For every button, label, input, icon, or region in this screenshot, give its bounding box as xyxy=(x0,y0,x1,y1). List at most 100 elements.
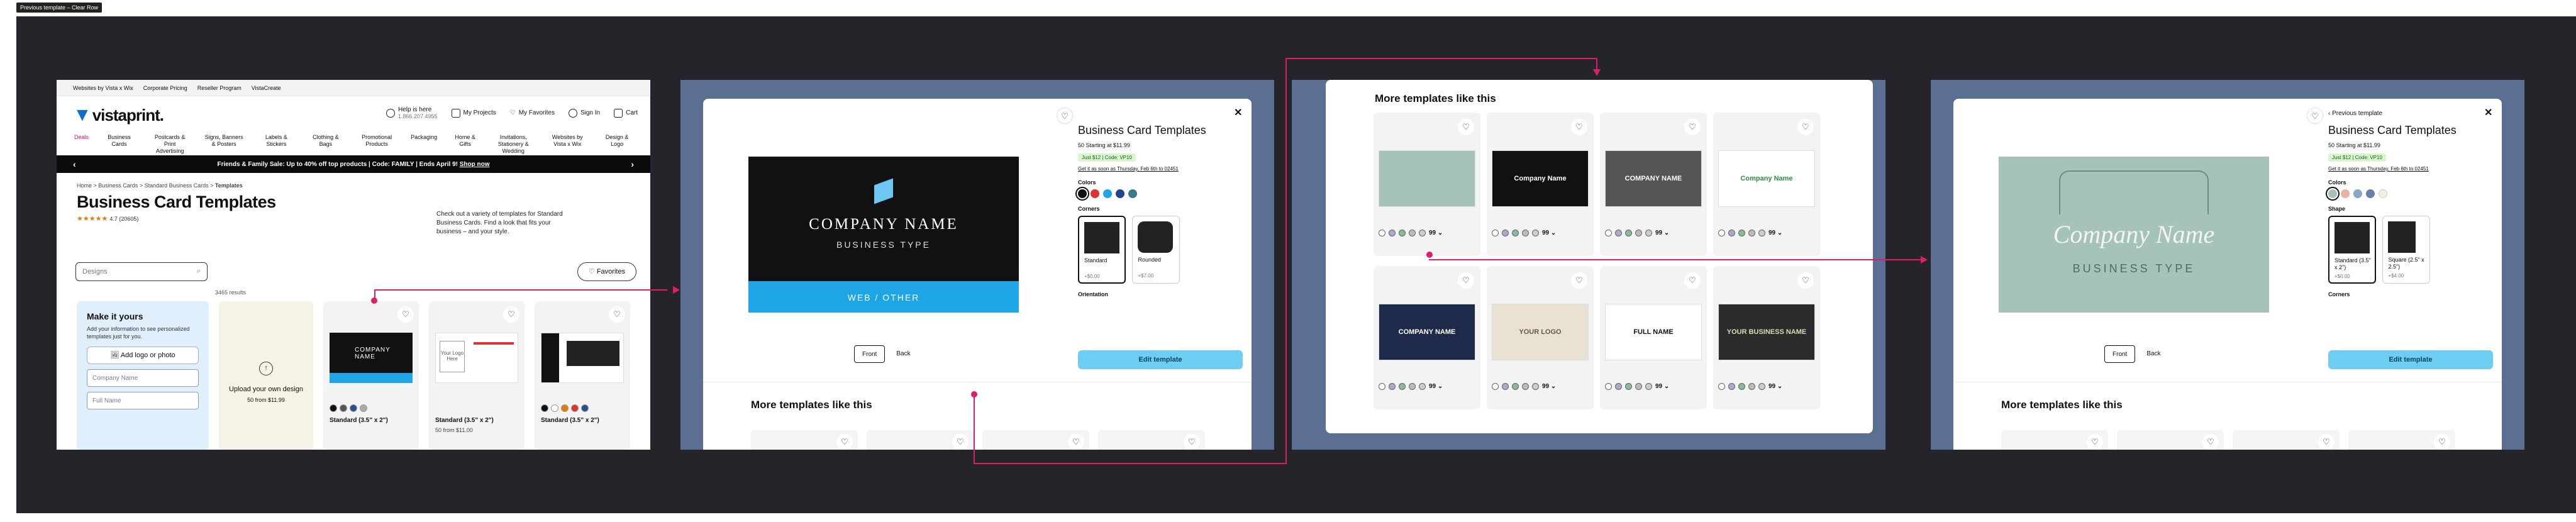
top-link[interactable]: Corporate Pricing xyxy=(143,85,187,91)
help-link[interactable]: Help is here 1.866.207.4955 xyxy=(386,106,438,119)
search-input[interactable]: Designs ⌕ xyxy=(75,262,208,281)
add-logo-button[interactable]: 🖼 Add logo or photo xyxy=(87,347,199,364)
delivery-link[interactable]: Get it as soon as Thursday, Feb 6th to 0… xyxy=(1078,166,1248,172)
template-card[interactable]: ♡ Company Name 99 ⌄ xyxy=(1487,113,1594,256)
nav-item[interactable]: Packaging xyxy=(411,134,437,141)
favorite-heart-icon[interactable]: ♡ xyxy=(952,434,969,450)
template-card[interactable]: ♡ COMPANY NAME Standard (3.5" x 2") xyxy=(323,301,419,450)
upload-design-card[interactable]: ↑ Upload your own design 50 from $11.99 xyxy=(219,301,313,450)
front-button[interactable]: Front xyxy=(854,345,886,363)
template-card[interactable]: ♡ FULL NAME 99 ⌄ xyxy=(1600,266,1707,409)
color-option[interactable] xyxy=(2353,189,2362,198)
color-option[interactable] xyxy=(2366,189,2375,198)
color-option[interactable] xyxy=(1128,189,1137,198)
my-projects-link[interactable]: My Projects xyxy=(451,108,496,118)
nav-item[interactable]: Websites by Vista x Wix xyxy=(547,134,587,148)
favorite-heart-icon[interactable]: ♡ xyxy=(503,306,519,323)
favorite-heart-icon[interactable]: ♡ xyxy=(2318,434,2334,450)
template-card[interactable]: ♡ xyxy=(2001,430,2108,450)
more-colors-count[interactable]: 99 ⌄ xyxy=(1429,230,1443,236)
shape-standard-option[interactable]: Standard (3.5" x 2") +$0.00 xyxy=(2328,216,2376,284)
favorite-heart-icon[interactable]: ♡ xyxy=(1797,119,1814,135)
template-card[interactable]: ♡ xyxy=(867,430,974,450)
favorites-button[interactable]: ♡ Favorites xyxy=(577,262,636,281)
template-card[interactable]: ♡ xyxy=(1098,430,1205,450)
nav-deals[interactable]: Deals xyxy=(74,134,89,141)
sign-in-link[interactable]: Sign In xyxy=(568,108,600,118)
template-card[interactable]: ♡ COMPANY NAME 99 ⌄ xyxy=(1600,113,1707,256)
nav-item[interactable]: Signs, Banners & Posters xyxy=(204,134,244,148)
color-option[interactable] xyxy=(2379,189,2387,198)
favorite-heart-icon[interactable]: ♡ xyxy=(2434,434,2450,450)
close-icon[interactable]: ✕ xyxy=(1234,106,1242,119)
more-colors-count[interactable]: 99 ⌄ xyxy=(1542,383,1556,390)
more-colors-count[interactable]: 99 ⌄ xyxy=(1429,383,1443,390)
more-colors-count[interactable]: 99 ⌄ xyxy=(1655,230,1669,236)
favorite-heart-icon[interactable]: ♡ xyxy=(1684,119,1701,135)
more-colors-count[interactable]: 99 ⌄ xyxy=(1768,383,1782,390)
favorite-heart-icon[interactable]: ♡ xyxy=(1571,272,1587,289)
breadcrumb-item[interactable]: Home xyxy=(77,182,92,189)
template-card[interactable]: ♡ xyxy=(2348,430,2455,450)
template-card[interactable]: ♡ xyxy=(2233,430,2340,450)
top-link[interactable]: Websites by Vista x Wix xyxy=(73,85,133,91)
nav-item[interactable]: Postcards & Print Advertising xyxy=(150,134,190,155)
breadcrumb-item[interactable]: Standard Business Cards xyxy=(145,182,209,189)
promo-prev-arrow-icon[interactable]: ‹ xyxy=(73,159,76,169)
template-card[interactable]: ♡ xyxy=(982,430,1089,450)
front-button[interactable]: Front xyxy=(2104,345,2136,363)
favorite-heart-icon[interactable]: ♡ xyxy=(1684,272,1701,289)
color-option[interactable] xyxy=(1091,189,1099,198)
favorite-heart-icon[interactable]: ♡ xyxy=(1057,108,1073,124)
full-name-input[interactable]: Full Name xyxy=(87,392,199,409)
template-card[interactable]: ♡ YOUR BUSINESS NAME 99 ⌄ xyxy=(1713,266,1820,409)
color-option[interactable] xyxy=(2326,187,2340,201)
template-card[interactable]: ♡ YOUR LOGO 99 ⌄ xyxy=(1487,266,1594,409)
color-option[interactable] xyxy=(1103,189,1112,198)
corner-rounded-option[interactable]: Rounded +$7.00 xyxy=(1132,216,1180,284)
breadcrumb-item[interactable]: Business Cards xyxy=(98,182,138,189)
nav-item[interactable]: Labels & Stickers xyxy=(258,134,295,148)
favorite-heart-icon[interactable]: ♡ xyxy=(1458,272,1474,289)
vistaprint-logo[interactable]: ▼vistaprint. xyxy=(73,104,164,126)
favorite-heart-icon[interactable]: ♡ xyxy=(836,434,853,450)
top-link[interactable]: VistaCreate xyxy=(252,85,281,91)
delivery-link[interactable]: Get it as soon as Thursday, Feb 6th to 0… xyxy=(2328,166,2498,172)
favorite-heart-icon[interactable]: ♡ xyxy=(2202,434,2219,450)
favorite-heart-icon[interactable]: ♡ xyxy=(1068,434,1084,450)
nav-item[interactable]: Promotional Products xyxy=(357,134,397,148)
nav-item[interactable]: Business Cards xyxy=(103,134,136,148)
nav-item[interactable]: Clothing & Bags xyxy=(309,134,343,148)
template-card[interactable]: ♡ xyxy=(751,430,858,450)
color-option[interactable] xyxy=(1116,189,1124,198)
favorite-heart-icon[interactable]: ♡ xyxy=(1184,434,1200,450)
back-button[interactable]: Back xyxy=(2139,345,2168,363)
my-favorites-link[interactable]: ♡ My Favorites xyxy=(510,109,555,116)
previous-template-link[interactable]: ‹ Previous template xyxy=(2328,110,2382,117)
nav-item[interactable]: Home & Gifts xyxy=(451,134,479,148)
template-card[interactable]: ♡ Standard (3.5" x 2") xyxy=(535,301,630,450)
favorite-heart-icon[interactable]: ♡ xyxy=(1458,119,1474,135)
favorite-heart-icon[interactable]: ♡ xyxy=(2307,108,2323,124)
more-colors-count[interactable]: 99 ⌄ xyxy=(1542,230,1556,236)
corner-standard-option[interactable]: Standard +$0.00 xyxy=(1078,216,1126,284)
color-option[interactable] xyxy=(1075,187,1089,201)
template-card[interactable]: ♡ Your Logo Here Standard (3.5" x 2") 50… xyxy=(429,301,525,450)
color-option[interactable] xyxy=(2341,189,2350,198)
shape-square-option[interactable]: Square (2.5" x 2.5") +$4.00 xyxy=(2382,216,2431,284)
edit-template-button[interactable]: Edit template xyxy=(2328,350,2493,369)
cart-link[interactable]: Cart xyxy=(614,108,638,118)
template-card[interactable]: ♡ xyxy=(2117,430,2224,450)
template-card[interactable]: ♡ Company Name 99 ⌄ xyxy=(1713,113,1820,256)
more-colors-count[interactable]: 99 ⌄ xyxy=(1768,230,1782,236)
more-colors-count[interactable]: 99 ⌄ xyxy=(1655,383,1669,390)
favorite-heart-icon[interactable]: ♡ xyxy=(397,306,414,323)
edit-template-button[interactable]: Edit template xyxy=(1078,350,1243,369)
nav-item[interactable]: Invitations, Stationery & Wedding xyxy=(493,134,533,155)
top-link[interactable]: Reseller Program xyxy=(197,85,242,91)
back-button[interactable]: Back xyxy=(889,345,918,363)
favorite-heart-icon[interactable]: ♡ xyxy=(1797,272,1814,289)
template-card[interactable]: ♡ 99 ⌄ xyxy=(1374,113,1480,256)
promo-link[interactable]: Shop now xyxy=(460,161,490,168)
favorite-heart-icon[interactable]: ♡ xyxy=(609,306,625,323)
